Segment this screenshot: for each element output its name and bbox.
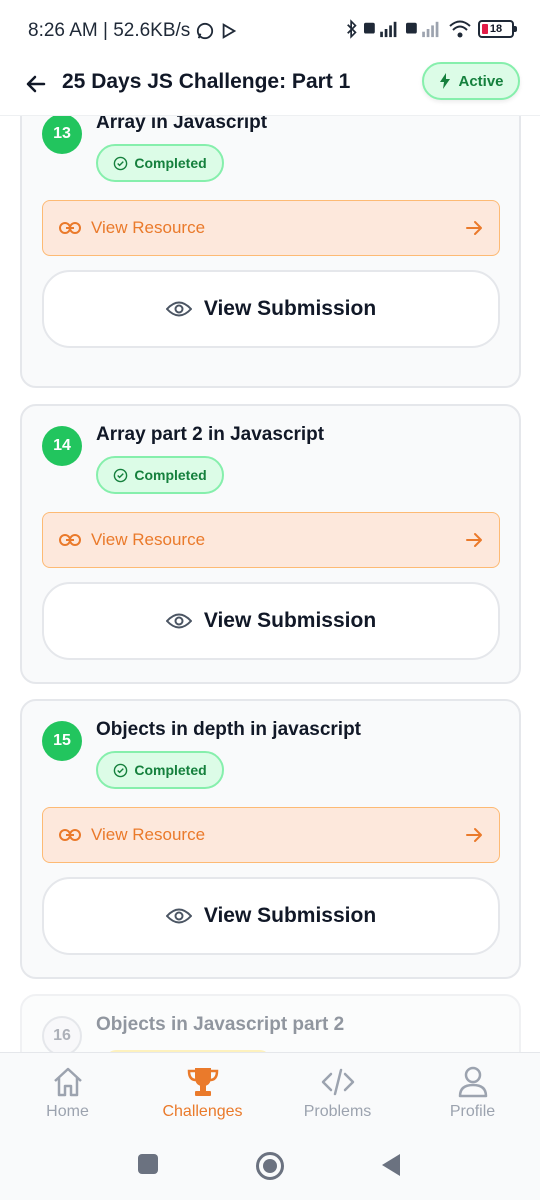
- view-submission-label: View Submission: [203, 609, 377, 632]
- completed-label: Completed: [134, 762, 207, 778]
- nav-challenges-label: Challenges: [162, 1103, 243, 1120]
- status-time: 8:26 AM | 52.6KB/s: [28, 20, 238, 42]
- view-resource-label: View Resource: [91, 825, 206, 844]
- day-card: 13 Array in Javascript Completed View Re…: [20, 116, 521, 388]
- arrow-right-icon: [466, 221, 482, 235]
- nav-home[interactable]: Home: [0, 1053, 135, 1132]
- day-card: 15 Objects in depth in javascript Comple…: [20, 699, 521, 979]
- home-button[interactable]: [256, 1152, 284, 1180]
- view-submission-button[interactable]: View Submission: [42, 270, 500, 348]
- view-resource-label: View Resource: [91, 218, 206, 237]
- play-store-icon: [223, 23, 237, 39]
- check-circle-icon: [114, 468, 128, 482]
- arrow-right-icon: [466, 828, 482, 842]
- link-icon: [59, 829, 81, 841]
- view-resource-label: View Resource: [91, 530, 206, 549]
- completed-label: Completed: [134, 155, 207, 171]
- bottom-nav: Home Challenges Problems Profile: [0, 1052, 540, 1132]
- day-card: 16 Objects in Javascript part 2: [20, 994, 521, 1052]
- arrow-right-icon: [466, 533, 482, 547]
- system-nav-bar: [0, 1132, 540, 1200]
- link-icon: [59, 534, 81, 546]
- day-number-badge: 15: [42, 721, 82, 761]
- signal-icon: [364, 21, 397, 38]
- link-icon: [59, 222, 81, 234]
- completed-label: Completed: [134, 467, 207, 483]
- home-icon: [53, 1067, 82, 1097]
- arrow-left-icon: [26, 75, 46, 93]
- eye-icon: [165, 613, 192, 629]
- view-resource-button[interactable]: View Resource: [42, 807, 500, 863]
- battery-level: 18: [489, 23, 503, 35]
- view-submission-label: View Submission: [203, 297, 377, 320]
- day-title: Array in Javascript: [96, 116, 268, 133]
- eye-icon: [165, 908, 192, 924]
- view-resource-button[interactable]: View Resource: [42, 512, 500, 568]
- view-submission-button[interactable]: View Submission: [42, 582, 500, 660]
- recents-button[interactable]: [138, 1154, 158, 1174]
- view-submission-button[interactable]: View Submission: [42, 877, 500, 955]
- check-circle-icon: [114, 763, 128, 777]
- eye-icon: [165, 301, 192, 317]
- completed-badge: Completed: [96, 751, 224, 789]
- lightning-icon: [440, 73, 451, 89]
- whatsapp-icon: [197, 22, 214, 40]
- view-submission-label: View Submission: [203, 904, 377, 927]
- completed-badge: Completed: [96, 144, 224, 182]
- view-resource-button[interactable]: View Resource: [42, 200, 500, 256]
- nav-profile[interactable]: Profile: [405, 1053, 540, 1132]
- signal-2-icon: [406, 21, 439, 38]
- status-icons: 18: [346, 18, 517, 40]
- status-time-text: 8:26 AM | 52.6KB/s: [28, 20, 191, 41]
- bluetooth-icon: [347, 19, 357, 39]
- trophy-icon: [187, 1068, 218, 1096]
- app-header: 25 Days JS Challenge: Part 1 Active: [0, 60, 540, 116]
- nav-challenges[interactable]: Challenges: [135, 1053, 270, 1132]
- page-title: 25 Days JS Challenge: Part 1: [62, 70, 351, 93]
- day-number-badge: 16: [42, 1016, 82, 1052]
- wifi-icon: [449, 20, 471, 38]
- nav-problems-label: Problems: [303, 1103, 372, 1120]
- day-number-badge: 14: [42, 426, 82, 466]
- day-title: Objects in depth in javascript: [96, 719, 362, 740]
- completed-badge: Completed: [96, 456, 224, 494]
- day-title: Objects in Javascript part 2: [96, 1014, 345, 1035]
- status-badge: Active: [422, 62, 520, 100]
- day-card: 14 Array part 2 in Javascript Completed …: [20, 404, 521, 684]
- check-circle-icon: [114, 156, 128, 170]
- back-button[interactable]: [20, 68, 52, 100]
- code-icon: [321, 1068, 354, 1096]
- nav-home-label: Home: [46, 1103, 89, 1120]
- status-badge-label: Active: [458, 72, 504, 90]
- day-title: Array part 2 in Javascript: [96, 424, 325, 445]
- day-number-badge: 13: [42, 116, 82, 154]
- battery-icon: 18: [478, 20, 517, 38]
- day-list[interactable]: 13 Array in Javascript Completed View Re…: [0, 116, 540, 1052]
- system-back-button[interactable]: [382, 1154, 400, 1176]
- nav-profile-label: Profile: [449, 1103, 496, 1120]
- status-bar: 8:26 AM | 52.6KB/s 18: [0, 0, 540, 60]
- user-icon: [458, 1066, 487, 1098]
- nav-problems[interactable]: Problems: [270, 1053, 405, 1132]
